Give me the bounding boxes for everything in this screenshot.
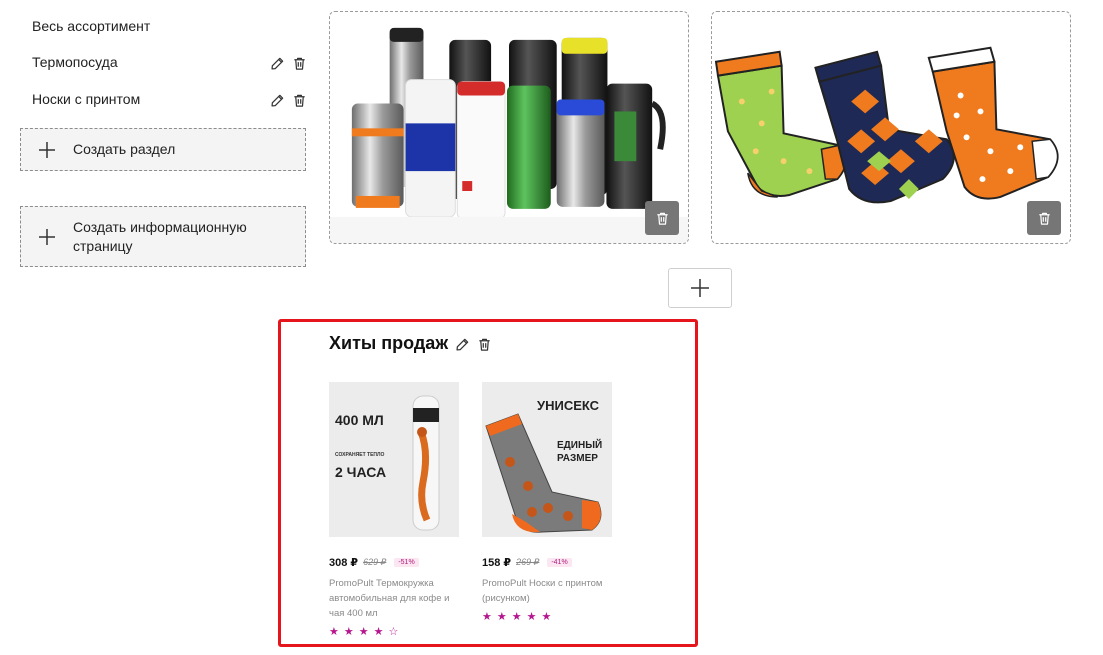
pencil-icon[interactable] <box>269 55 285 71</box>
sidebar-item-thermo[interactable]: Термопосуда <box>32 53 118 71</box>
create-info-page-button[interactable]: Создать информационную страницу <box>20 206 306 267</box>
thermo-bottle-image <box>412 395 440 531</box>
trash-icon[interactable] <box>291 55 307 71</box>
star-filled-icon: ★ <box>511 611 522 623</box>
trash-icon <box>1038 212 1050 225</box>
discount-badge: -51% <box>394 558 419 567</box>
trash-icon[interactable] <box>476 336 492 352</box>
delete-category-button[interactable] <box>645 201 679 235</box>
thermo-mugs-image <box>330 27 688 243</box>
star-filled-icon: ★ <box>343 626 354 638</box>
star-filled-icon: ★ <box>373 626 384 638</box>
plus-icon <box>21 228 73 246</box>
sock-image <box>485 413 602 533</box>
create-section-button[interactable]: Создать раздел <box>20 128 306 171</box>
create-section-label: Создать раздел <box>73 141 176 157</box>
star-filled-icon: ★ <box>496 611 507 623</box>
sidebar-item-all[interactable]: Весь ассортимент <box>32 17 150 35</box>
create-info-page-label: Создать информационную страницу <box>73 218 247 254</box>
rating-stars: ★ ★ ★ ★ ★ <box>482 611 551 623</box>
image-text: 2 ЧАСА <box>335 464 387 480</box>
pencil-icon[interactable] <box>454 336 470 352</box>
delete-category-button[interactable] <box>1027 201 1061 235</box>
discount-badge: -41% <box>547 558 572 567</box>
rating-stars: ★ ★ ★ ★ ☆ <box>329 626 398 638</box>
plus-icon <box>691 279 709 297</box>
product-image[interactable]: 400 МЛ СОХРАНЯЕТ ТЕПЛО 2 ЧАСА <box>329 382 459 537</box>
sidebar-item-socks[interactable]: Носки с принтом <box>32 90 140 108</box>
product-image[interactable]: УНИСЕКС ЕДИНЫЙ РАЗМЕР <box>482 382 612 537</box>
pencil-icon[interactable] <box>269 92 285 108</box>
category-card-socks[interactable] <box>711 11 1071 244</box>
star-filled-icon: ★ <box>541 611 552 623</box>
image-text: СОХРАНЯЕТ ТЕПЛО <box>335 452 385 458</box>
star-filled-icon: ★ <box>482 611 492 623</box>
trash-icon <box>656 212 668 225</box>
old-price: 269 ₽ <box>516 557 540 567</box>
socks-image <box>714 46 1059 204</box>
category-card-thermo[interactable] <box>329 11 689 244</box>
plus-icon <box>21 141 73 159</box>
add-block-button[interactable] <box>668 268 732 308</box>
product-name[interactable]: PromoPult Термокружка автомобильная для … <box>329 576 464 621</box>
star-filled-icon: ★ <box>358 626 369 638</box>
hits-title: Хиты продаж <box>329 333 449 353</box>
trash-icon[interactable] <box>291 92 307 108</box>
price: 308 ₽ <box>329 557 359 569</box>
product-name[interactable]: PromoPult Носки с принтом (рисунком) <box>482 576 617 606</box>
image-text: УНИСЕКС <box>537 398 600 413</box>
old-price: 629 ₽ <box>363 557 387 567</box>
star-empty-icon: ☆ <box>388 626 399 638</box>
star-filled-icon: ★ <box>329 626 339 638</box>
star-filled-icon: ★ <box>526 611 537 623</box>
image-text: 400 МЛ <box>335 412 384 428</box>
price: 158 ₽ <box>482 557 512 569</box>
